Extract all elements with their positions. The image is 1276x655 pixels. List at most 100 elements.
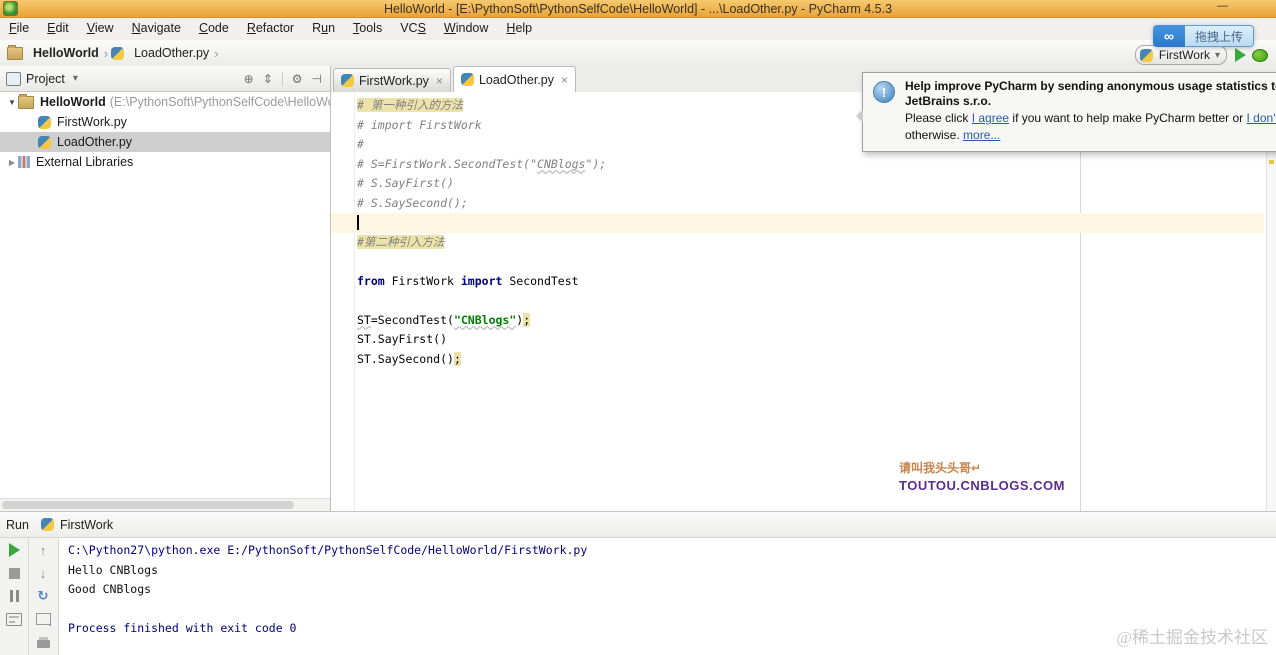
stop-button[interactable]: [8, 567, 20, 579]
watermark-line1: 请叫我头头哥↵: [899, 461, 982, 475]
project-tree: ▼ HelloWorld (E:\PythonSoft\PythonSelfCo…: [0, 92, 330, 499]
collapse-all-icon[interactable]: ⇕: [263, 72, 273, 86]
tree-row-loadother.py[interactable]: LoadOther.py: [0, 132, 330, 152]
code-line-13[interactable]: ST.SayFirst(): [357, 330, 1264, 350]
code-line-9[interactable]: [357, 252, 1264, 272]
tree-row-root[interactable]: ▼ HelloWorld (E:\PythonSoft\PythonSelfCo…: [0, 92, 330, 112]
notification-text: Please click: [905, 111, 972, 125]
menu-item-run[interactable]: Run: [303, 17, 344, 40]
rerun-button[interactable]: [8, 543, 20, 557]
tab-firstwork.py[interactable]: FirstWork.py ×: [333, 68, 451, 92]
python-file-icon: [1139, 48, 1153, 62]
editor-pane[interactable]: # 第一种引入的方法 # import FirstWork # # S=FirstWo…: [331, 92, 1276, 511]
menu-item-vcs[interactable]: VCS: [391, 17, 435, 40]
menu-item-refactor[interactable]: Refactor: [238, 17, 303, 40]
show-console-button[interactable]: [6, 612, 22, 626]
warning-stripe-mark[interactable]: [1269, 160, 1274, 164]
folder-icon: [18, 93, 34, 109]
run-panel-header: Run FirstWork: [0, 512, 1276, 538]
page-watermark: @稀土掘金技术社区: [1116, 628, 1268, 647]
tree-row-external-libraries[interactable]: ▶ External Libraries: [0, 152, 330, 172]
run-tab-label[interactable]: Run: [6, 518, 29, 532]
tree-collapsed-icon[interactable]: ▶: [6, 158, 18, 167]
menu-item-tools[interactable]: Tools: [344, 17, 391, 40]
run-config-name[interactable]: FirstWork: [60, 518, 113, 532]
tree-expand-icon[interactable]: ▼: [6, 98, 18, 107]
tab-loadother.py[interactable]: LoadOther.py ×: [452, 66, 577, 93]
folder-icon: [7, 44, 23, 60]
print-button[interactable]: [36, 636, 50, 648]
notification-title-line1: Help improve PyCharm by sending anonymou…: [905, 79, 1276, 93]
netdisk-icon[interactable]: ∞: [1153, 25, 1185, 47]
run-configuration-select[interactable]: FirstWork ▾: [1134, 45, 1227, 65]
locate-icon[interactable]: ⊕: [244, 72, 254, 86]
menu-item-edit[interactable]: Edit: [38, 17, 78, 40]
breadcrumb-label: HelloWorld: [33, 46, 99, 60]
up-stacktrace-button[interactable]: ↑: [35, 543, 51, 558]
settings-gear-icon[interactable]: ⚙: [292, 72, 303, 86]
pycharm-window: { "window": { "title": "HelloWorld - [E:…: [0, 0, 1276, 655]
notification-title-line2: JetBrains s.r.o.: [905, 94, 992, 108]
link-i-agree[interactable]: I agree: [972, 111, 1009, 125]
project-panel-header: Project ▾ ⊕ ⇕ ⚙ ⊣: [0, 66, 330, 92]
code-line-12[interactable]: ST=SecondTest("CNBlogs");: [357, 311, 1264, 331]
breadcrumb-item-loadother.py[interactable]: LoadOther.py: [111, 46, 211, 60]
run-panel-body: ↑ ↓ ↻ C:\Python27\python.exe E:/PythonSo…: [0, 538, 1276, 655]
console-line-5: Process finished with exit code 0: [68, 621, 297, 635]
project-horizontal-scrollbar[interactable]: [0, 498, 330, 511]
project-root-path: (E:\PythonSoft\PythonSelfCode\HelloWorld…: [109, 95, 330, 109]
project-tool-window: Project ▾ ⊕ ⇕ ⚙ ⊣ ▼ HelloWorld (E:\Pytho…: [0, 66, 331, 511]
drag-upload-button[interactable]: 拖拽上传: [1185, 25, 1254, 47]
tree-row-firstwork.py[interactable]: FirstWork.py: [0, 112, 330, 132]
menu-item-code[interactable]: Code: [190, 17, 238, 40]
menu-item-file[interactable]: File: [0, 17, 38, 40]
chevron-down-icon[interactable]: ▾: [73, 73, 78, 84]
code-line-8[interactable]: #第二种引入方法: [357, 233, 1264, 253]
menu-item-help[interactable]: Help: [497, 17, 541, 40]
editor-scrollbar[interactable]: [1266, 92, 1276, 511]
console-line-1: C:\Python27\python.exe E:/PythonSoft/Pyt…: [68, 543, 588, 557]
code-line-5[interactable]: # S.SayFirst(): [357, 174, 1264, 194]
code-line-4[interactable]: # S=FirstWork.SecondTest("CNBlogs");: [357, 155, 1264, 175]
pause-output-button[interactable]: [9, 590, 19, 602]
menu-item-window[interactable]: Window: [435, 17, 497, 40]
run-toolbar-column-2: ↑ ↓ ↻: [29, 538, 57, 655]
run-console[interactable]: C:\Python27\python.exe E:/PythonSoft/Pyt…: [59, 538, 1276, 655]
notification-text: if you want to help make PyCharm better …: [1009, 111, 1247, 125]
menu-item-navigate[interactable]: Navigate: [123, 17, 190, 40]
link-more-[interactable]: more...: [963, 128, 1000, 142]
hide-panel-icon[interactable]: ⊣: [312, 72, 322, 86]
scroll-to-end-button[interactable]: [35, 613, 53, 628]
project-panel-toolbar: ⊕ ⇕ ⚙ ⊣: [244, 66, 322, 91]
run-button[interactable]: [1235, 48, 1246, 62]
tab-close-icon[interactable]: ×: [561, 73, 568, 87]
text-caret: [357, 215, 359, 230]
scrollbar-thumb[interactable]: [2, 501, 294, 509]
console-line-2: Hello CNBlogs: [68, 562, 159, 577]
minimize-button[interactable]: —: [1217, 0, 1228, 12]
tab-close-icon[interactable]: ×: [436, 74, 443, 88]
chevron-down-icon: ▾: [1214, 49, 1220, 61]
editor-watermark: 请叫我头头哥↵ TOUTOU.CNBLOGS.COM: [899, 460, 1065, 494]
code-line-6[interactable]: # S.SaySecond();: [357, 194, 1264, 214]
menu-item-view[interactable]: View: [78, 17, 123, 40]
project-panel-title[interactable]: Project: [26, 72, 65, 86]
python-file-icon: [38, 135, 51, 149]
window-title: HelloWorld - [E:\PythonSoft\PythonSelfCo…: [383, 1, 893, 16]
restore-layout-button[interactable]: ↻: [35, 588, 51, 603]
tab-label: LoadOther.py: [478, 72, 554, 87]
debug-button[interactable]: [1252, 48, 1268, 62]
project-view-icon: [6, 71, 21, 86]
watermark-line2: TOUTOU.CNBLOGS.COM: [899, 478, 1065, 493]
code-line-11[interactable]: [357, 291, 1264, 311]
code-line-10[interactable]: from FirstWork import SecondTest: [357, 272, 1264, 292]
code-line-14[interactable]: ST.SaySecond();: [357, 350, 1264, 370]
down-stacktrace-button[interactable]: ↓: [35, 566, 51, 581]
code-line-7[interactable]: [331, 213, 1264, 233]
tree-file-label: FirstWork.py: [57, 115, 127, 129]
drag-upload-overlay[interactable]: ∞ 拖拽上传: [1153, 25, 1254, 47]
usage-statistics-notification: ! Help improve PyCharm by sending anonym…: [856, 72, 1276, 152]
link-i-don-t-agree[interactable]: I don't agree: [1247, 111, 1276, 125]
breadcrumb-item-helloworld[interactable]: HelloWorld: [7, 44, 101, 60]
run-toolbar-column-1: [0, 538, 29, 655]
